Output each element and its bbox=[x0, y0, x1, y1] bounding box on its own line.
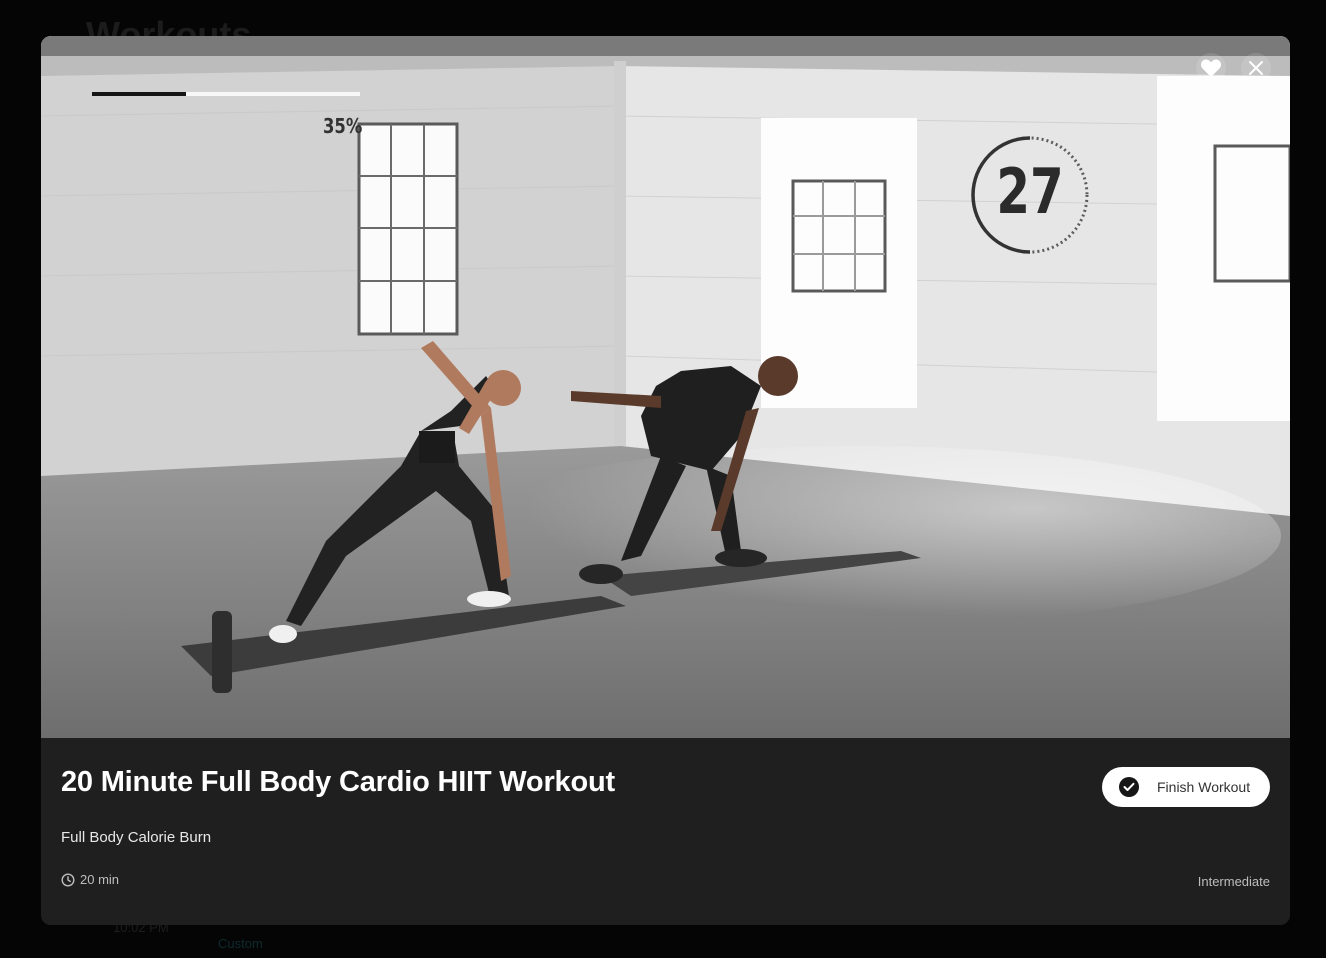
finish-workout-button[interactable]: Finish Workout bbox=[1102, 767, 1270, 807]
workout-progress-label: 35% bbox=[323, 114, 363, 138]
heart-icon bbox=[1200, 59, 1222, 77]
checkmark-icon bbox=[1119, 777, 1139, 797]
finish-workout-label: Finish Workout bbox=[1157, 779, 1251, 795]
workout-title: 20 Minute Full Body Cardio HIIT Workout bbox=[61, 766, 615, 798]
difficulty-level: Intermediate bbox=[1197, 874, 1270, 889]
close-button[interactable] bbox=[1241, 53, 1271, 83]
clock-icon bbox=[61, 872, 75, 887]
video-frame bbox=[41, 36, 1290, 738]
interval-timer: 27 bbox=[969, 125, 1091, 265]
workout-duration: 20 min bbox=[61, 872, 119, 887]
workout-progress-fill bbox=[92, 92, 186, 96]
workout-progress-bar bbox=[92, 92, 360, 96]
timer-value: 27 bbox=[996, 155, 1064, 228]
close-icon bbox=[1249, 61, 1263, 75]
workout-player-modal: 35% 27 20 Minute Full Body Cardio HIIT W… bbox=[41, 36, 1290, 925]
favorite-button[interactable] bbox=[1196, 53, 1226, 83]
workout-info-panel: 20 Minute Full Body Cardio HIIT Workout … bbox=[41, 738, 1290, 925]
background-custom-label: Custom bbox=[218, 936, 263, 951]
workout-subtitle: Full Body Calorie Burn bbox=[61, 829, 212, 846]
duration-label: 20 min bbox=[80, 872, 120, 887]
workout-video[interactable]: 35% 27 bbox=[41, 36, 1290, 738]
